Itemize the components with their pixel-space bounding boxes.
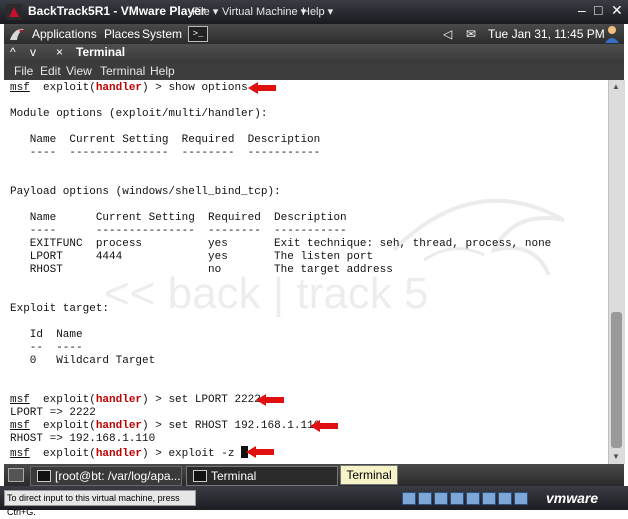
close-button[interactable]: ✕ bbox=[611, 2, 623, 19]
input-hint: To direct input to this virtual machine,… bbox=[4, 490, 196, 517]
output-lport: LPORT => 2222 bbox=[10, 407, 96, 419]
terminal-scrollbar[interactable]: ▲ ▼ bbox=[608, 80, 625, 464]
chevron-down-icon[interactable]: v bbox=[30, 45, 36, 59]
module-table-header: Name Current Setting Required Descriptio… bbox=[10, 134, 321, 146]
floppy-icon[interactable] bbox=[434, 492, 448, 505]
close-icon[interactable]: × bbox=[56, 45, 63, 59]
command-text: show options bbox=[168, 82, 248, 94]
terminal-launcher-icon[interactable]: >_ bbox=[188, 26, 208, 42]
watermark-text: << back | track 5 bbox=[104, 269, 428, 318]
payload-table-separator: ---- --------------- -------- ----------… bbox=[10, 225, 347, 237]
command-text: set LPORT 2222 bbox=[168, 394, 261, 406]
prompt-line-4: msf exploit(handler) > exploit -z bbox=[10, 446, 249, 460]
backtrack-logo-icon bbox=[6, 4, 22, 20]
annotation-arrow-icon bbox=[310, 420, 338, 432]
payload-row-rhost: RHOST no The target address bbox=[10, 264, 393, 276]
vmware-status-bar: To direct input to this virtual machine,… bbox=[0, 486, 628, 517]
terminal-icon bbox=[37, 470, 51, 482]
taskbar-item-terminal-root[interactable]: [root@bt: /var/log/apa... bbox=[30, 466, 182, 486]
annotation-arrow-icon bbox=[248, 82, 276, 94]
terminal-title: Terminal bbox=[76, 45, 126, 59]
taskbar-item-label: [root@bt: /var/log/apa... bbox=[55, 469, 181, 483]
scroll-down-icon[interactable]: ▼ bbox=[612, 452, 620, 461]
terminal-tooltip: Terminal bbox=[340, 465, 398, 485]
target-row: 0 Wildcard Target bbox=[10, 355, 156, 367]
command-text: exploit -z bbox=[168, 448, 235, 460]
term-menu-file[interactable]: File bbox=[14, 64, 33, 78]
maximize-button[interactable]: □ bbox=[594, 2, 602, 18]
gnome-top-panel: Applications Places System >_ ◁ ✉ Tue Ja… bbox=[4, 24, 624, 44]
terminal-output[interactable]: << back | track 5 msf exploit(handler) >… bbox=[4, 80, 608, 464]
vm-menu-help[interactable]: Help ▾ bbox=[302, 5, 333, 18]
window-title: BackTrack5R1 - VMware Player bbox=[28, 4, 206, 18]
payload-options-heading: Payload options (windows/shell_bind_tcp)… bbox=[10, 186, 281, 198]
command-text: set RHOST 192.168.1.110 bbox=[168, 420, 321, 432]
message-icon[interactable] bbox=[514, 492, 528, 505]
usb-icon[interactable] bbox=[466, 492, 480, 505]
printer-icon[interactable] bbox=[498, 492, 512, 505]
show-desktop-icon[interactable] bbox=[8, 468, 24, 482]
terminal-menu-bar: File Edit View Terminal Help bbox=[4, 62, 624, 80]
output-rhost: RHOST => 192.168.1.110 bbox=[10, 433, 156, 445]
mail-icon[interactable]: ✉ bbox=[466, 27, 476, 41]
taskbar-item-terminal[interactable]: Terminal bbox=[186, 466, 338, 486]
term-menu-view[interactable]: View bbox=[66, 64, 92, 78]
payload-row-lport: LPORT 4444 yes The listen port bbox=[10, 251, 374, 263]
applications-menu[interactable]: Applications bbox=[32, 27, 97, 41]
prompt-line-1: msf exploit(handler) > show options bbox=[10, 82, 248, 94]
scrollbar-thumb[interactable] bbox=[611, 312, 622, 448]
sound-icon[interactable] bbox=[482, 492, 496, 505]
gnome-bottom-panel: [root@bt: /var/log/apa... Terminal Termi… bbox=[4, 464, 624, 486]
target-table-header: Id Name bbox=[10, 329, 83, 341]
exploit-target-heading: Exploit target: bbox=[10, 303, 110, 315]
target-table-separator: -- ---- bbox=[10, 342, 83, 354]
user-icon[interactable] bbox=[604, 25, 620, 43]
dragon-logo-icon[interactable] bbox=[8, 26, 26, 42]
system-menu[interactable]: System bbox=[142, 27, 182, 41]
vmware-logo: vmware bbox=[546, 490, 599, 506]
prompt-line-3: msf exploit(handler) > set RHOST 192.168… bbox=[10, 420, 321, 432]
clock[interactable]: Tue Jan 31, 11:45 PM bbox=[488, 27, 605, 41]
payload-table-header: Name Current Setting Required Descriptio… bbox=[10, 212, 347, 224]
vm-menu-file[interactable]: File ▾ bbox=[192, 5, 218, 18]
cdrom-icon[interactable] bbox=[418, 492, 432, 505]
harddisk-icon[interactable] bbox=[402, 492, 416, 505]
terminal-title-bar: ^ v × Terminal bbox=[4, 44, 624, 62]
module-options-heading: Module options (exploit/multi/handler): bbox=[10, 108, 268, 120]
module-table-separator: ---- --------------- -------- ----------… bbox=[10, 147, 321, 159]
payload-row-exitfunc: EXITFUNC process yes Exit technique: seh… bbox=[10, 238, 552, 250]
chevron-up-icon[interactable]: ^ bbox=[10, 45, 16, 59]
network-icon[interactable] bbox=[450, 492, 464, 505]
term-menu-terminal[interactable]: Terminal bbox=[100, 64, 145, 78]
volume-icon[interactable]: ◁ bbox=[443, 27, 452, 41]
scroll-up-icon[interactable]: ▲ bbox=[612, 82, 620, 91]
term-menu-help[interactable]: Help bbox=[150, 64, 175, 78]
taskbar-item-label: Terminal bbox=[211, 469, 257, 483]
annotation-arrow-icon bbox=[256, 394, 284, 406]
minimize-button[interactable]: – bbox=[578, 2, 586, 18]
vm-menu-virtual-machine[interactable]: Virtual Machine ▾ bbox=[222, 5, 306, 18]
terminal-icon bbox=[193, 470, 207, 482]
places-menu[interactable]: Places bbox=[104, 27, 140, 41]
prompt-line-2: msf exploit(handler) > set LPORT 2222 bbox=[10, 394, 261, 406]
vmware-title-bar: BackTrack5R1 - VMware Player File ▾ Virt… bbox=[0, 0, 628, 24]
annotation-arrow-icon bbox=[246, 446, 274, 458]
term-menu-edit[interactable]: Edit bbox=[40, 64, 61, 78]
